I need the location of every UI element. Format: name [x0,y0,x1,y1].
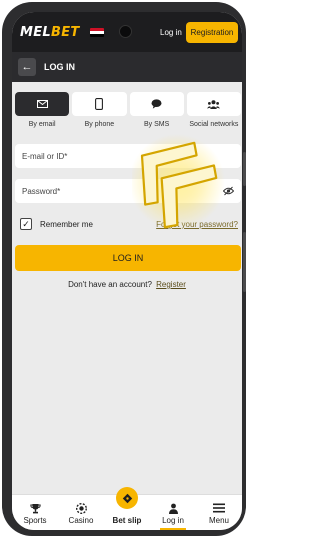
page-title: LOG IN [44,62,75,72]
email-placeholder: E-mail or ID* [22,151,68,161]
remember-checkbox[interactable]: ✓ [20,218,32,230]
header-login-button[interactable]: Log in [154,22,188,42]
melbet-logo[interactable]: MELBET [20,25,80,40]
hamburger-icon [213,503,225,513]
tab-label: By SMS [143,121,170,128]
no-account-text: Don't have an account? [68,280,152,289]
no-account-prompt: Don't have an account? Register [12,280,242,289]
power-button [243,232,246,292]
tab-by-email[interactable]: By email [15,92,70,134]
person-icon [168,503,178,514]
tab-label: By phone [84,121,115,128]
registration-button[interactable]: Registration [186,22,238,43]
screen: MELBET Log in Registration ← LOG IN By e… [12,12,242,530]
chat-bubble-icon [151,99,162,109]
chip-icon [75,502,87,514]
remember-me[interactable]: ✓ Remember me [20,218,93,230]
phone-icon [95,98,104,110]
trophy-icon [29,503,41,513]
envelope-icon [36,100,48,108]
login-button[interactable]: LOG IN [15,245,241,271]
tab-label: Social networks [189,121,239,128]
people-icon [207,99,221,109]
nav-label: Menu [208,516,229,525]
tab-label: By email [28,121,56,128]
nav-label: Sports [23,516,47,525]
tab-by-phone[interactable]: By phone [72,92,127,134]
nav-label: Log in [162,516,184,525]
login-method-tabs: By email By phone By SMS Social networks [15,92,241,134]
nav-casino[interactable]: Casino [58,495,104,530]
nav-bet-slip[interactable]: Bet slip [104,487,150,530]
ticket-icon [122,493,132,503]
phone-frame: MELBET Log in Registration ← LOG IN By e… [2,2,246,536]
volume-button [243,152,246,186]
egypt-flag-icon[interactable] [89,27,104,37]
password-placeholder: Password* [22,186,61,196]
nav-label: Bet slip [112,516,142,525]
camera-cutout [119,25,132,38]
app-header: MELBET Log in Registration [12,12,242,52]
tab-social-networks[interactable]: Social networks [186,92,241,134]
nav-label: Casino [68,516,94,525]
login-titlebar: ← LOG IN [12,52,242,82]
back-arrow-icon[interactable]: ← [18,58,36,76]
nav-menu[interactable]: Menu [196,495,242,530]
tab-by-sms[interactable]: By SMS [129,92,184,134]
nav-log-in[interactable]: Log in [150,495,196,530]
register-link[interactable]: Register [156,280,186,289]
glowing-logo-overlay-icon [132,134,225,230]
bottom-navigation: Sports Casino Bet slip Log in Menu [12,487,242,530]
nav-sports[interactable]: Sports [12,495,58,530]
remember-label: Remember me [40,219,93,229]
